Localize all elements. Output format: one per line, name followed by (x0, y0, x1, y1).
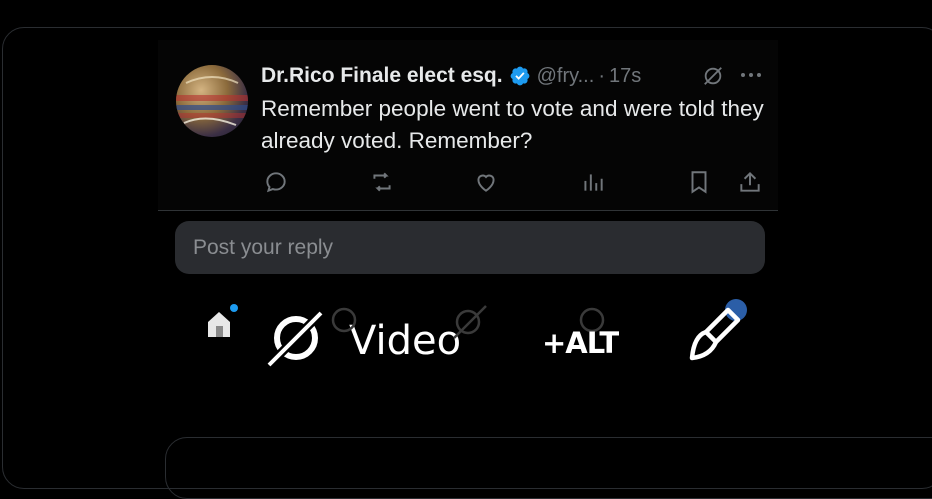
post-header: Dr.Rico Finale elect esq. @fry... · 17s (261, 62, 641, 90)
views-icon[interactable] (580, 169, 606, 195)
faint-circle-icon (331, 307, 357, 333)
author-handle[interactable]: @fry... (537, 65, 595, 88)
more-options-icon[interactable] (738, 66, 764, 84)
reply-placeholder: Post your reply (193, 235, 334, 259)
reply-icon[interactable] (263, 169, 289, 195)
share-icon[interactable] (737, 169, 763, 195)
faint-grok-icon (453, 305, 487, 339)
grok-icon[interactable] (702, 65, 724, 87)
verified-badge-icon (510, 66, 529, 86)
grok-video-icon (265, 309, 325, 367)
avatar-image (176, 76, 248, 126)
repost-icon[interactable] (369, 169, 395, 195)
post-timestamp[interactable]: 17s (609, 65, 641, 88)
post-text: Remember people went to vote and were to… (261, 96, 764, 153)
home-icon[interactable] (205, 304, 239, 340)
avatar[interactable] (176, 65, 248, 137)
author-name[interactable]: Dr.Rico Finale elect esq. (261, 64, 503, 88)
bookmark-icon[interactable] (686, 169, 712, 195)
alt-label[interactable]: +ALT (542, 326, 619, 360)
reply-input[interactable]: Post your reply (175, 221, 765, 274)
brush-icon[interactable] (680, 296, 752, 368)
like-icon[interactable] (473, 169, 499, 195)
header-separator: · (598, 64, 605, 87)
next-panel-frame (165, 437, 932, 499)
video-label: Video (349, 318, 462, 364)
divider (158, 210, 778, 211)
